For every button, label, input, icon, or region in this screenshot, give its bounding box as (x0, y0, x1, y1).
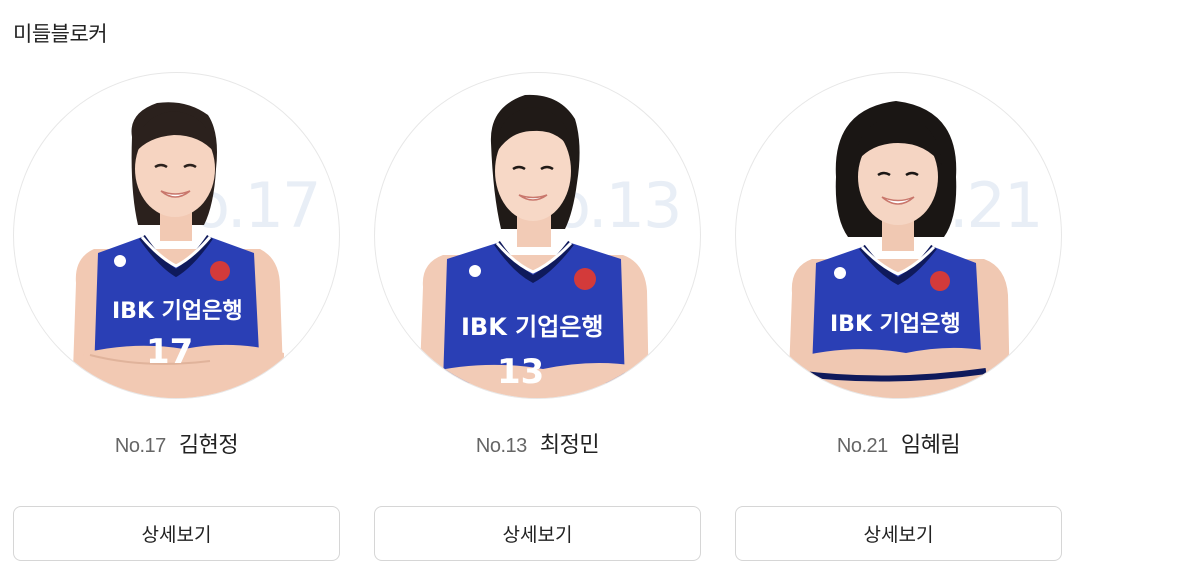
detail-button[interactable]: 상세보기 (13, 506, 340, 561)
player-photo[interactable]: o.13 IBK 기업은행 13 (374, 72, 701, 399)
player-illustration: IBK 기업은행 17 (72, 102, 284, 398)
player-name-row: No.21 임혜림 (735, 427, 1062, 459)
jersey-number: 13 (497, 352, 544, 392)
player-number: No.13 (475, 435, 527, 457)
player-name: 최정민 (539, 433, 600, 458)
player-card: o.13 IBK 기업은행 13 No.13 최정민 상세보기 (374, 72, 701, 562)
player-name: 김현정 (178, 433, 239, 458)
player-card-list: o.17 IBK 기업은행 17 No.17 김현정 상세보기 o.13 IBK… (13, 72, 1063, 572)
detail-button[interactable]: 상세보기 (735, 506, 1062, 561)
jersey-sponsor: IBK 기업은행 (112, 299, 243, 324)
player-card: o.17 IBK 기업은행 17 No.17 김현정 상세보기 (13, 72, 340, 562)
jersey-sponsor: IBK 기업은행 (461, 313, 604, 341)
player-photo[interactable]: o.17 IBK 기업은행 17 (13, 72, 340, 399)
player-name-row: No.17 김현정 (13, 427, 340, 459)
player-name-row: No.13 최정민 (374, 427, 701, 459)
jersey-sponsor: IBK 기업은행 (830, 312, 961, 337)
section-title: 미들블로커 (13, 22, 108, 46)
player-name: 임혜림 (900, 433, 961, 458)
player-number: No.17 (114, 435, 166, 457)
detail-button[interactable]: 상세보기 (374, 506, 701, 561)
player-illustration: IBK 기업은행 13 (419, 94, 651, 398)
player-illustration: IBK 기업은행 (788, 101, 1012, 398)
jersey-number: 17 (146, 332, 193, 372)
player-photo[interactable]: o.21 IBK 기업은행 (735, 72, 1062, 399)
player-number: No.21 (836, 435, 888, 457)
player-card: o.21 IBK 기업은행 No.21 임혜림 상세보기 (735, 72, 1062, 562)
